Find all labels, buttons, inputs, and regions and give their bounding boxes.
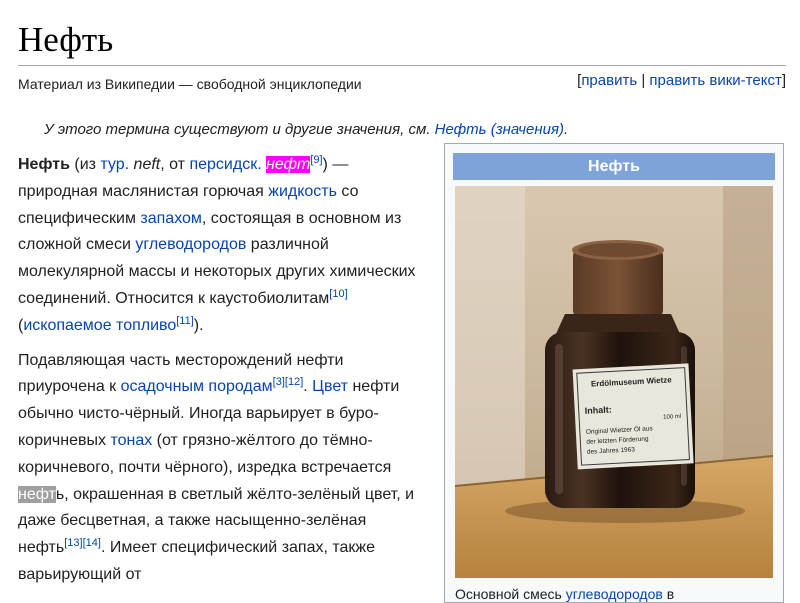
edit-links: [править | править вики-текст] — [577, 72, 786, 89]
link-sedimentary-rocks[interactable]: осадочным породам — [121, 378, 273, 395]
text: ). — [193, 316, 204, 334]
highlighted-word: нефт — [18, 485, 56, 503]
edit-links-close-bracket: ] — [781, 72, 786, 89]
text: (из — [69, 156, 101, 173]
link-smell[interactable]: запахом — [140, 210, 202, 227]
caption-text: Основной — [455, 586, 524, 602]
infobox-image[interactable]: Erdölmuseum Wietze Inhalt: 100 ml Origin… — [455, 186, 773, 578]
link-hydrocarbons[interactable]: углеводородов — [135, 236, 246, 253]
hatnote-text: У этого термина существуют и другие знач… — [44, 121, 435, 138]
jar-label-line-3: 100 ml — [663, 414, 681, 421]
ref-9[interactable]: [9] — [310, 154, 322, 166]
page-title: Нефть — [18, 20, 114, 59]
link-tones[interactable]: тонах — [110, 432, 152, 449]
link-liquid[interactable]: жидкость — [268, 183, 337, 200]
infobox-caption: Основной смесь углеводородов в — [455, 586, 775, 602]
edit-links-separator: | — [637, 72, 650, 89]
edit-link[interactable]: править — [581, 72, 637, 89]
ref-14[interactable]: [14] — [83, 537, 101, 549]
ref-13[interactable]: [13] — [64, 537, 82, 549]
disambiguation-hatnote: У этого термина существуют и другие знач… — [44, 121, 568, 138]
paragraph-1: Нефть (из тур. neft, от персидск. нефт[9… — [18, 152, 423, 340]
caption-text: в — [662, 586, 675, 602]
jar-label-line-2: Inhalt: — [584, 404, 611, 415]
caption-link-hydrocarbons[interactable]: углеводородов — [566, 586, 663, 602]
bold-term: Нефть — [18, 156, 70, 173]
site-tagline: Материал из Википедии — свободной энцикл… — [18, 76, 362, 92]
link-color[interactable]: Цвет — [312, 378, 348, 395]
link-fossil-fuel[interactable]: ископаемое топливо — [23, 317, 176, 334]
paragraph-2: Подавляющая часть месторождений нефти пр… — [18, 348, 423, 589]
infobox-title: Нефть — [453, 153, 775, 180]
text: , от — [160, 156, 190, 173]
infobox: Нефть Erdölmuseum Wietze Inhalt: 100 ml … — [444, 143, 784, 603]
link-persian[interactable]: персидск. — [189, 156, 261, 173]
caption-text: смесь — [523, 586, 566, 602]
text: . — [303, 378, 313, 396]
ref-12[interactable]: [12] — [285, 376, 303, 388]
oil-bottle-photo-icon: Erdölmuseum Wietze Inhalt: 100 ml Origin… — [455, 186, 773, 578]
ref-3[interactable]: [3] — [273, 376, 285, 388]
hatnote-suffix: . — [563, 121, 569, 138]
hatnote-link[interactable]: Нефть (значения) — [435, 121, 564, 138]
article-body: Нефть (из тур. neft, от персидск. нефт[9… — [18, 152, 423, 597]
ref-11[interactable]: [11] — [176, 315, 194, 327]
edit-source-link[interactable]: править вики-текст — [649, 72, 781, 89]
ref-10[interactable]: [10] — [329, 288, 347, 300]
foreign-word: neft — [133, 156, 161, 173]
link-turkish[interactable]: тур. — [100, 156, 129, 173]
highlighted-word: нефт — [266, 156, 311, 173]
title-divider — [18, 65, 786, 66]
